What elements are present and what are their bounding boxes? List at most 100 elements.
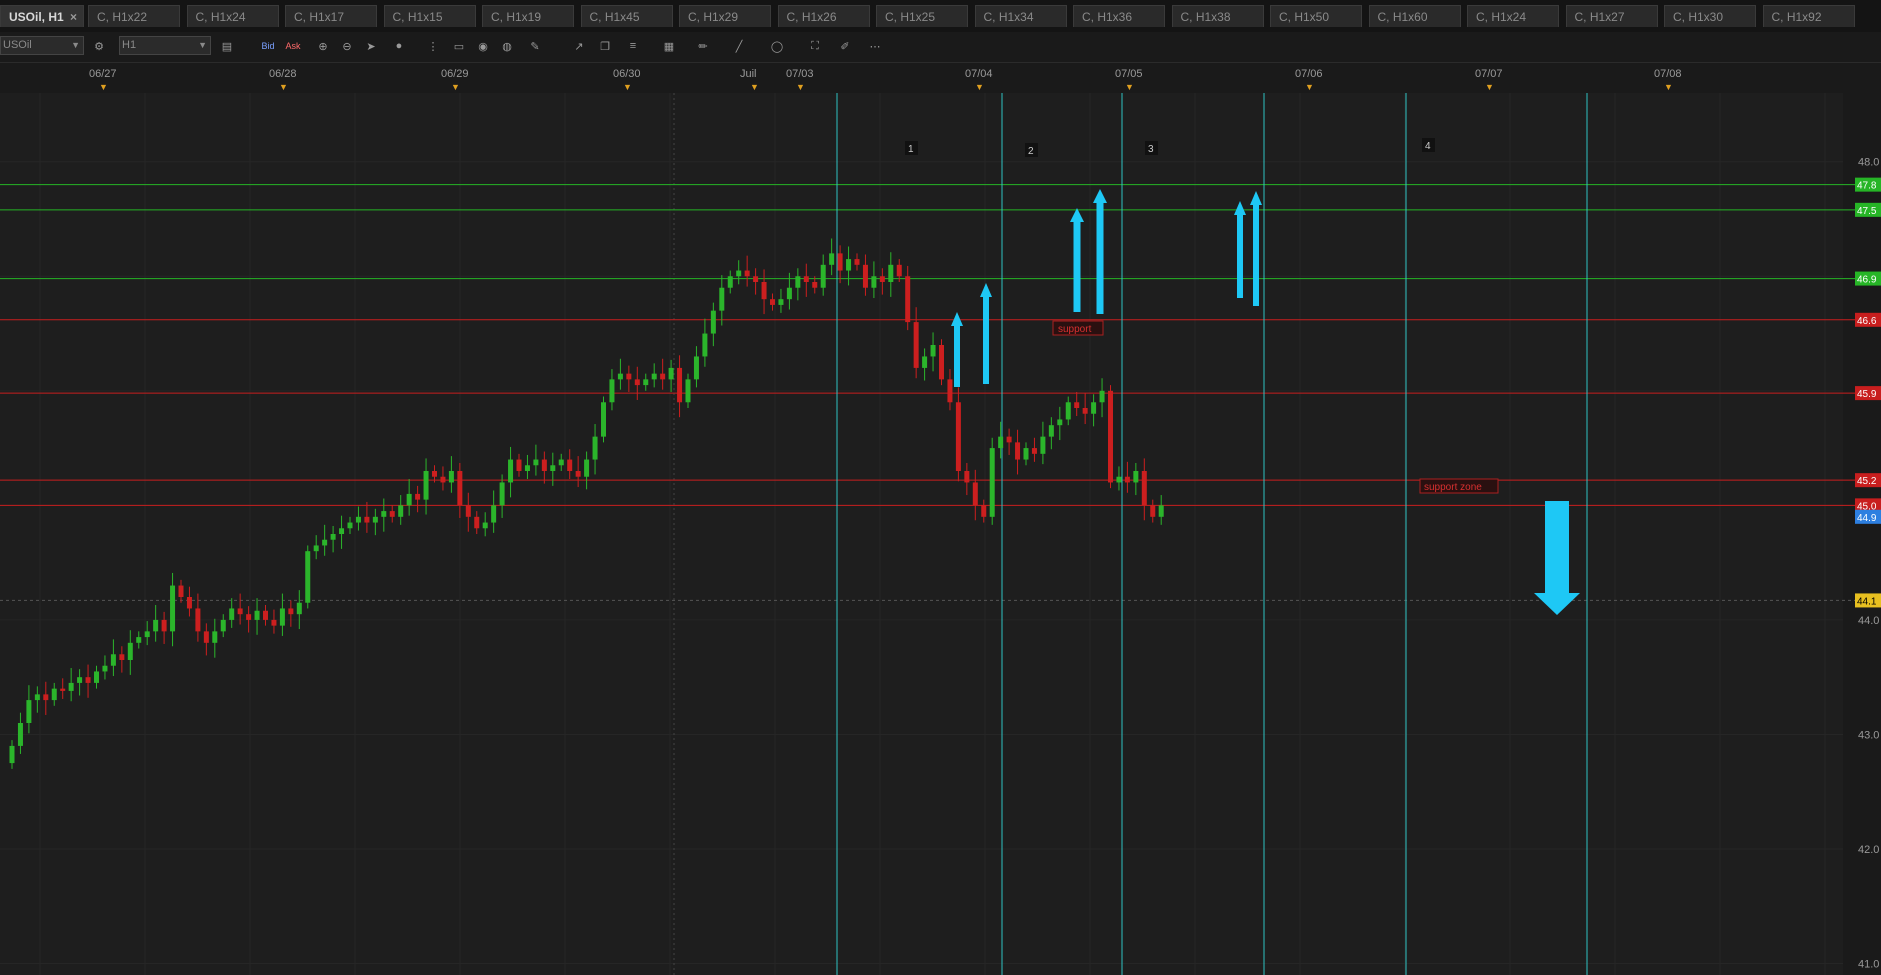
candle-body (972, 482, 978, 506)
candle-body (778, 299, 784, 305)
chart-type-icon[interactable]: ▤ (218, 38, 236, 54)
candle-body (144, 631, 150, 638)
candle-body (415, 493, 421, 500)
dot-icon[interactable]: ● (390, 38, 408, 54)
candle-body (170, 585, 176, 632)
zoom-in-icon[interactable]: ⊕ (314, 38, 332, 54)
fib-icon[interactable]: ≡ (624, 38, 642, 54)
bid-label: 44.9 (1857, 513, 1877, 524)
candle-body (186, 597, 192, 609)
candle-body (685, 379, 691, 403)
globe-icon[interactable]: ◍ (498, 38, 516, 54)
copy-icon[interactable]: ❐ (596, 38, 614, 54)
candle-body (846, 259, 852, 271)
level-label: 45.2 (1857, 476, 1877, 487)
candle-body (829, 253, 835, 265)
candle-body (491, 505, 497, 523)
candle-body (153, 619, 159, 632)
candle-body (364, 516, 370, 523)
zoom-out-icon[interactable]: ⊖ (338, 38, 356, 54)
candle-body (102, 665, 108, 672)
tab-18[interactable]: C, H1x92 (1762, 5, 1855, 27)
shape-icon[interactable]: ◯ (768, 38, 786, 54)
candle-body (558, 459, 564, 466)
line-tool-icon[interactable]: ╱ (730, 38, 748, 54)
date-label: 07/08 (1654, 68, 1682, 80)
candle-body (339, 528, 345, 534)
tab-4[interactable]: C, H1x15 (383, 5, 476, 27)
up-arrow-icon (1073, 220, 1081, 312)
session-marker-icon: ▼ (1305, 82, 1314, 92)
tab-label: C, H1x22 (97, 10, 148, 24)
more-icon[interactable]: ⋯ (866, 38, 884, 54)
comment-icon[interactable]: ▭ (450, 38, 468, 54)
candle-body (820, 264, 826, 288)
tab-14[interactable]: C, H1x60 (1368, 5, 1461, 27)
candle-body (330, 534, 336, 540)
candle-body (398, 505, 404, 517)
candle-body (372, 516, 378, 523)
tab-0[interactable]: USOil, H1 × (0, 5, 84, 27)
tab-3[interactable]: C, H1x17 (285, 5, 377, 27)
tab-1[interactable]: C, H1x22 (88, 5, 180, 27)
price-chart[interactable]: 48.047.046.045.044.043.042.041.047.847.5… (0, 93, 1881, 975)
candle-body (77, 677, 83, 683)
tab-13[interactable]: C, H1x50 (1270, 5, 1362, 27)
pencil-icon[interactable]: ✏ (694, 38, 712, 54)
candle-body (584, 459, 590, 477)
candle-body (355, 516, 361, 523)
candle-body (508, 459, 514, 483)
candle-body (939, 345, 944, 380)
candle-body (516, 459, 522, 471)
candle-body (1065, 402, 1071, 420)
indicator-dropdown-icon[interactable]: ⚙ (90, 38, 108, 54)
tab-15[interactable]: C, H1x24 (1467, 5, 1559, 27)
tab-5[interactable]: C, H1x19 (482, 5, 574, 27)
candle-body (43, 694, 49, 701)
candle-body (770, 299, 775, 305)
trend-icon[interactable]: ↗ (570, 38, 588, 54)
candle-body (567, 459, 573, 471)
candle-body (203, 631, 209, 643)
candle-body (313, 545, 319, 552)
tab-label: C, H1x25 (885, 10, 936, 24)
close-icon[interactable]: × (70, 6, 77, 27)
tab-11[interactable]: C, H1x36 (1073, 5, 1165, 27)
tab-2[interactable]: C, H1x24 (186, 5, 279, 27)
tab-17[interactable]: C, H1x30 (1664, 5, 1756, 27)
tab-16[interactable]: C, H1x27 (1565, 5, 1658, 27)
tab-10[interactable]: C, H1x34 (974, 5, 1067, 27)
tab-12[interactable]: C, H1x38 (1171, 5, 1264, 27)
candle-body (837, 253, 843, 271)
symbol-select[interactable]: USOil ▼ (0, 36, 84, 55)
session-marker-icon: ▼ (796, 82, 805, 92)
price-tick-label: 42.0 (1858, 844, 1879, 856)
grid-icon[interactable]: ▦ (660, 38, 678, 54)
date-label: 07/05 (1115, 68, 1143, 80)
timeframe-select[interactable]: H1 ▼ (119, 36, 211, 55)
ask-button[interactable]: Ask (283, 38, 303, 54)
tab-label: C, H1x45 (589, 10, 640, 24)
tab-6[interactable]: C, H1x45 (580, 5, 673, 27)
tab-8[interactable]: C, H1x26 (777, 5, 870, 27)
cursor-icon[interactable]: ➤ (362, 38, 380, 54)
candle-body (465, 505, 471, 517)
down-arrow-icon (1545, 501, 1569, 595)
eraser-icon[interactable]: ✐ (836, 38, 854, 54)
vertical-line-icon[interactable]: ⋮ (424, 38, 442, 54)
up-arrow-icon (1237, 213, 1243, 298)
tab-7[interactable]: C, H1x29 (679, 5, 771, 27)
bid-button[interactable]: Bid (258, 38, 278, 54)
candle-body (1158, 505, 1164, 517)
screenshot-icon[interactable]: ⛶ (806, 38, 824, 54)
eye-icon[interactable]: ◉ (474, 38, 492, 54)
tab-9[interactable]: C, H1x25 (876, 5, 968, 27)
support-zone-annotation: support zone (1424, 482, 1482, 493)
candle-body (195, 608, 201, 632)
bid-label: Bid (261, 41, 275, 51)
date-axis: 06/27 ▼ 06/28 ▼ 06/29 ▼ 06/30 ▼ Juil ▼ 07/03 ▼ 07/04… (0, 63, 1881, 94)
candle-body (457, 471, 463, 506)
candle-body (998, 436, 1004, 449)
candle-body (626, 373, 632, 380)
ruler-icon[interactable]: ✎ (526, 38, 544, 54)
